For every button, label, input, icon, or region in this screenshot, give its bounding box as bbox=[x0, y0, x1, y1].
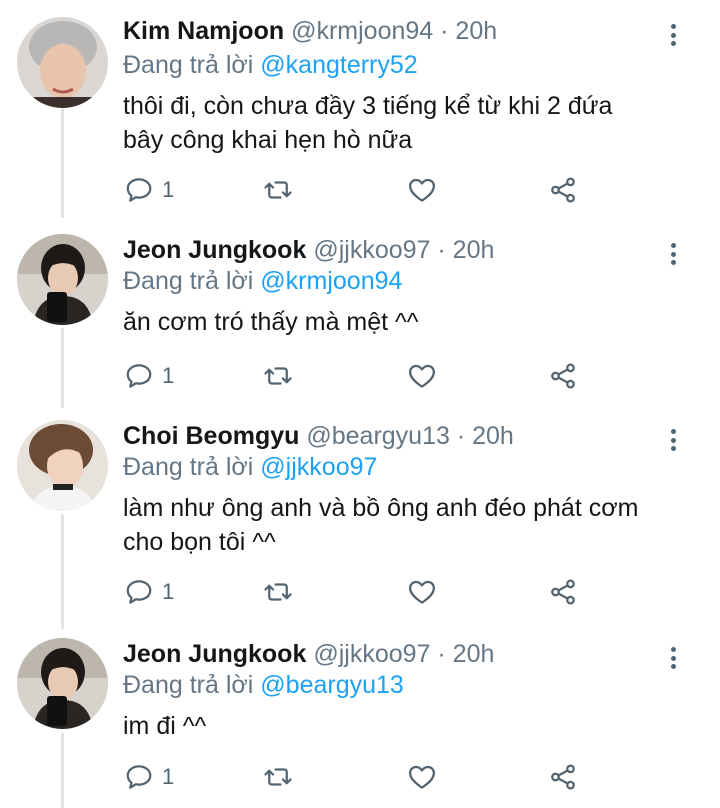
retweet-button[interactable] bbox=[263, 361, 293, 391]
timestamp[interactable]: 20h bbox=[455, 17, 497, 45]
tweet-text-line: bây công khai hẹn hò nữa bbox=[123, 126, 413, 154]
tweet-text: làm như ông anh và bồ ông anh đéo phát c… bbox=[123, 491, 683, 559]
retweet-button[interactable] bbox=[263, 762, 293, 792]
avatar[interactable] bbox=[17, 638, 108, 729]
more-vertical-icon[interactable] bbox=[662, 237, 684, 271]
reply-button[interactable]: 1 bbox=[124, 762, 174, 792]
thread-line bbox=[61, 328, 64, 408]
tweet-header: Choi Beomgyu @beargyu13 · 20h bbox=[123, 420, 660, 452]
reply-icon bbox=[126, 364, 152, 388]
tweet-header: Jeon Jungkook @jjkkoo97 · 20h bbox=[123, 638, 660, 670]
display-name[interactable]: Jeon Jungkook bbox=[123, 236, 306, 264]
replying-to-label: Đang trả lời bbox=[123, 267, 254, 295]
reply-icon bbox=[126, 765, 152, 789]
reply-mention-link[interactable]: @kangterry52 bbox=[260, 51, 417, 79]
thread-line bbox=[61, 108, 64, 218]
replying-to: Đang trả lời @jjkkoo97 bbox=[123, 451, 377, 483]
more-vertical-icon[interactable] bbox=[662, 18, 684, 52]
reply-mention-link[interactable]: @jjkkoo97 bbox=[260, 453, 377, 481]
like-button[interactable] bbox=[407, 361, 437, 391]
thread-line bbox=[61, 733, 64, 808]
timestamp[interactable]: 20h bbox=[453, 640, 495, 668]
retweet-icon bbox=[264, 583, 292, 601]
tweet-header: Jeon Jungkook @jjkkoo97 · 20h bbox=[123, 234, 660, 266]
tweet-text: thôi đi, còn chưa đầy 3 tiếng kể từ khi … bbox=[123, 89, 683, 157]
share-button[interactable] bbox=[548, 577, 578, 607]
share-icon bbox=[551, 579, 575, 605]
avatar-image bbox=[17, 17, 108, 108]
avatar-image bbox=[17, 420, 108, 511]
reply-icon bbox=[126, 178, 152, 202]
tweet-text: ăn cơm tró thấy mà mệt ^^ bbox=[123, 305, 683, 339]
reply-count: 1 bbox=[162, 363, 175, 388]
like-button[interactable] bbox=[407, 577, 437, 607]
display-name[interactable]: Kim Namjoon bbox=[123, 17, 284, 45]
timestamp[interactable]: 20h bbox=[453, 236, 495, 264]
retweet-icon bbox=[264, 181, 292, 199]
more-vertical-icon[interactable] bbox=[662, 423, 684, 457]
like-button[interactable] bbox=[407, 762, 437, 792]
retweet-icon bbox=[264, 768, 292, 786]
reply-count: 1 bbox=[162, 764, 175, 789]
tweet-text-line: thôi đi, còn chưa đầy 3 tiếng kể từ khi … bbox=[123, 92, 613, 120]
separator-dot: · bbox=[440, 17, 449, 45]
separator-dot: · bbox=[437, 236, 446, 264]
more-vertical-icon[interactable] bbox=[662, 641, 684, 675]
tweet-text-line: cho bọn tôi ^^ bbox=[123, 528, 276, 556]
tweet-text: im đi ^^ bbox=[123, 709, 683, 743]
avatar-image bbox=[17, 638, 108, 729]
tweet-text-line: ăn cơm tró thấy mà mệt ^^ bbox=[123, 308, 419, 336]
replying-to-label: Đang trả lời bbox=[123, 453, 254, 481]
reply-mention-link[interactable]: @beargyu13 bbox=[260, 671, 404, 699]
separator-dot: · bbox=[437, 640, 446, 668]
user-handle[interactable]: @beargyu13 bbox=[306, 422, 450, 450]
replying-to: Đang trả lời @kangterry52 bbox=[123, 49, 418, 81]
retweet-button[interactable] bbox=[263, 577, 293, 607]
retweet-icon bbox=[264, 367, 292, 385]
avatar[interactable] bbox=[17, 17, 108, 108]
reply-button[interactable]: 1 bbox=[124, 361, 174, 391]
reply-button[interactable]: 1 bbox=[124, 577, 174, 607]
reply-icon bbox=[126, 580, 152, 604]
like-button[interactable] bbox=[407, 175, 437, 205]
user-handle[interactable]: @jjkkoo97 bbox=[313, 640, 430, 668]
share-icon bbox=[551, 363, 575, 389]
timestamp[interactable]: 20h bbox=[472, 422, 514, 450]
reply-count: 1 bbox=[162, 177, 175, 202]
share-button[interactable] bbox=[548, 361, 578, 391]
heart-icon bbox=[409, 178, 435, 202]
share-button[interactable] bbox=[548, 175, 578, 205]
display-name[interactable]: Choi Beomgyu bbox=[123, 422, 299, 450]
user-handle[interactable]: @jjkkoo97 bbox=[313, 236, 430, 264]
replying-to: Đang trả lời @krmjoon94 bbox=[123, 265, 402, 297]
reply-count: 1 bbox=[162, 579, 175, 604]
replying-to-label: Đang trả lời bbox=[123, 51, 254, 79]
thread-line bbox=[61, 514, 64, 629]
replying-to-label: Đang trả lời bbox=[123, 671, 254, 699]
reply-mention-link[interactable]: @krmjoon94 bbox=[260, 267, 402, 295]
tweet-text-line: làm như ông anh và bồ ông anh đéo phát c… bbox=[123, 494, 639, 522]
avatar-image bbox=[17, 234, 108, 325]
tweet-text-line: im đi ^^ bbox=[123, 712, 207, 740]
heart-icon bbox=[409, 765, 435, 789]
separator-dot: · bbox=[456, 422, 466, 450]
replying-to: Đang trả lời @beargyu13 bbox=[123, 669, 404, 701]
user-handle[interactable]: @krmjoon94 bbox=[291, 17, 433, 45]
display-name[interactable]: Jeon Jungkook bbox=[123, 640, 306, 668]
tweet-header: Kim Namjoon @krmjoon94 · 20h bbox=[123, 15, 660, 47]
share-icon bbox=[551, 764, 575, 790]
avatar[interactable] bbox=[17, 234, 108, 325]
share-icon bbox=[551, 177, 575, 203]
heart-icon bbox=[409, 580, 435, 604]
heart-icon bbox=[409, 364, 435, 388]
reply-button[interactable]: 1 bbox=[124, 175, 174, 205]
avatar[interactable] bbox=[17, 420, 108, 511]
share-button[interactable] bbox=[548, 762, 578, 792]
retweet-button[interactable] bbox=[263, 175, 293, 205]
